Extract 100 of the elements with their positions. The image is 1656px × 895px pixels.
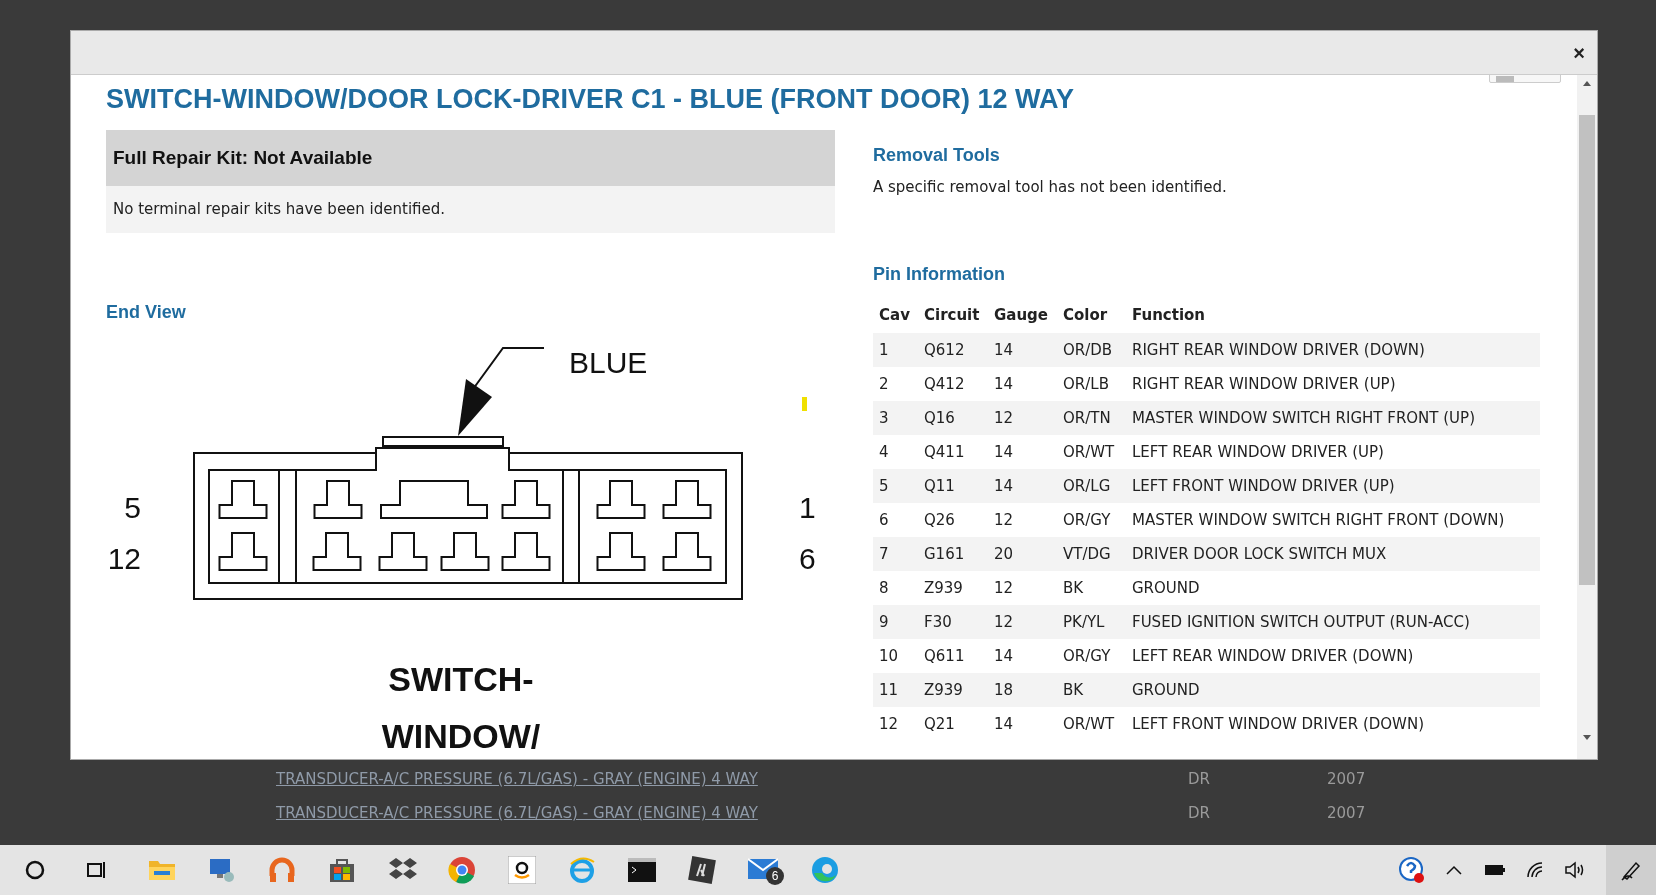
table-cell: 14 [988,333,1057,367]
table-cell: 11 [873,673,918,707]
table-cell: 2 [873,367,918,401]
table-cell: 12 [988,401,1057,435]
repair-kit-heading: Full Repair Kit: Not Available [113,145,373,170]
table-cell: 4 [873,435,918,469]
table-cell: 12 [873,707,918,741]
table-cell: 14 [988,639,1057,673]
column-header: Function [1126,297,1540,333]
table-cell: Q26 [918,503,988,537]
smile-arrow-icon[interactable] [508,856,536,884]
pin-number: 5 [124,491,141,524]
table-cell: 14 [988,367,1057,401]
pin-number: 1 [799,491,816,524]
removal-tools-heading: Removal Tools [873,144,1000,167]
table-cell: 14 [988,707,1057,741]
table-cell: 10 [873,639,918,673]
connector-caption: WINDOW/ [381,717,541,755]
table-cell: 1 [873,333,918,367]
task-view-icon[interactable] [86,859,108,881]
table-cell: OR/GY [1057,639,1126,673]
battery-icon[interactable] [1484,864,1506,876]
table-cell: RIGHT REAR WINDOW DRIVER (UP) [1126,367,1540,401]
table-cell: Q11 [918,469,988,503]
table-cell: FUSED IGNITION SWITCH OUTPUT (RUN-ACC) [1126,605,1540,639]
table-cell: GROUND [1126,673,1540,707]
table-cell: G161 [918,537,988,571]
table-cell: OR/LG [1057,469,1126,503]
printer-icon [1496,76,1514,82]
table-cell: Q612 [918,333,988,367]
table-cell: Q16 [918,401,988,435]
color-label: BLUE [569,346,648,379]
connector-link[interactable]: TRANSDUCER-A/C PRESSURE (6.7L/GAS) - GRAY (ENGINE) 4 WAY [276,802,758,825]
model-code: DR [1188,769,1210,790]
browser-icon[interactable] [448,856,476,884]
table-cell: 14 [988,469,1057,503]
table-cell: 18 [988,673,1057,707]
table-cell: OR/TN [1057,401,1126,435]
table-cell: Z939 [918,571,988,605]
table-cell: 14 [988,435,1057,469]
table-cell: DRIVER DOOR LOCK SWITCH MUX [1126,537,1540,571]
table-cell: OR/GY [1057,503,1126,537]
pin-number: 12 [107,542,141,575]
table-cell: OR/LB [1057,367,1126,401]
column-header: Cav [873,297,918,333]
table-cell: OR/DB [1057,333,1126,367]
table-cell: BK [1057,571,1126,605]
table-cell: Q411 [918,435,988,469]
table-cell: VT/DG [1057,537,1126,571]
table-cell: LEFT FRONT WINDOW DRIVER (DOWN) [1126,707,1540,741]
table-cell: LEFT REAR WINDOW DRIVER (DOWN) [1126,639,1540,673]
table-cell: F30 [918,605,988,639]
column-header: Color [1057,297,1126,333]
close-button[interactable]: × [1573,42,1585,63]
table-cell: BK [1057,673,1126,707]
table-cell: MASTER WINDOW SWITCH RIGHT FRONT (UP) [1126,401,1540,435]
table-cell: 3 [873,401,918,435]
search-icon[interactable] [24,859,46,881]
table-cell: Q412 [918,367,988,401]
column-header: Circuit [918,297,988,333]
table-cell: MASTER WINDOW SWITCH RIGHT FRONT (DOWN) [1126,503,1540,537]
table-cell: 12 [988,503,1057,537]
model-year: 2007 [1327,803,1366,824]
connector-link[interactable]: TRANSDUCER-A/C PRESSURE (6.7L/GAS) - GRAY (ENGINE) 4 WAY [276,768,758,791]
table-cell: LEFT FRONT WINDOW DRIVER (UP) [1126,469,1540,503]
model-year: 2007 [1327,769,1366,790]
table-cell: OR/WT [1057,707,1126,741]
removal-tools-text: A specific removal tool has not been identified. [873,177,1227,198]
table-cell: Q611 [918,639,988,673]
table-cell: 9 [873,605,918,639]
table-cell: Z939 [918,673,988,707]
table-cell: LEFT REAR WINDOW DRIVER (UP) [1126,435,1540,469]
computer-icon[interactable] [208,856,236,884]
table-cell: 5 [873,469,918,503]
connector-caption: SWITCH- [388,660,534,698]
table-cell: 6 [873,503,918,537]
pen-icon[interactable] [1620,859,1642,881]
repair-kit-text: No terminal repair kits have been identified. [113,199,446,221]
table-cell: 7 [873,537,918,571]
marker-tick [802,397,807,411]
speaker-icon[interactable] [1564,861,1586,879]
folder-icon[interactable] [148,858,176,882]
model-code: DR [1188,803,1210,824]
headphones-icon[interactable] [268,856,296,884]
dialog-title: SWITCH-WINDOW/DOOR LOCK-DRIVER C1 - BLUE (FRONT DOOR) 12 WAY [106,83,1074,116]
column-header: Gauge [988,297,1057,333]
table-cell: OR/WT [1057,435,1126,469]
terminal-icon[interactable] [628,858,656,882]
table-cell: 20 [988,537,1057,571]
table-cell: PK/YL [1057,605,1126,639]
store-bag-icon[interactable] [328,856,356,884]
table-cell: 12 [988,571,1057,605]
pin-information-heading: Pin Information [873,263,1005,286]
table-cell: Q21 [918,707,988,741]
table-cell: RIGHT REAR WINDOW DRIVER (DOWN) [1126,333,1540,367]
help-icon[interactable] [1398,856,1426,884]
table-cell: 12 [988,605,1057,639]
mail-count-badge: 6 [766,867,784,885]
chevron-up-icon[interactable] [1446,865,1462,875]
table-cell: 8 [873,571,918,605]
